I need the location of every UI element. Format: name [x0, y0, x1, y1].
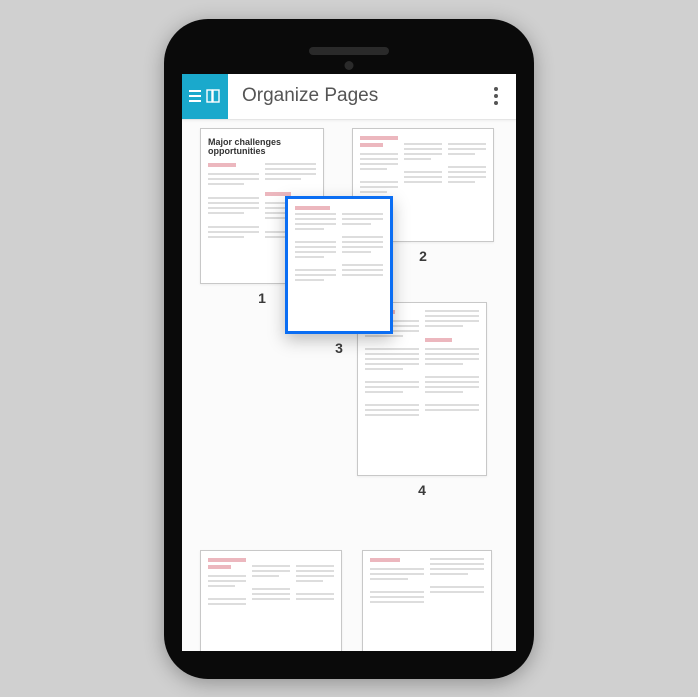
page-number: 1	[258, 290, 266, 306]
page-heading: Major challenges opportunities	[208, 138, 316, 158]
hamburger-icon	[189, 90, 201, 102]
app-bar: Organize Pages	[182, 74, 516, 120]
document-icon	[205, 88, 221, 104]
page-thumb-3-dragging[interactable]: 3	[285, 196, 393, 356]
page-title: Organize Pages	[228, 85, 476, 107]
phone-frame: Organize Pages Major challenges opportun…	[164, 19, 534, 679]
page-number: 4	[418, 482, 426, 498]
menu-button[interactable]	[182, 74, 228, 120]
more-options-button[interactable]	[476, 74, 516, 120]
phone-camera	[345, 61, 354, 70]
page-thumb-5[interactable]	[200, 550, 342, 651]
page-number: 2	[419, 248, 427, 264]
page-number: 3	[335, 340, 343, 356]
dots-vertical-icon	[494, 87, 498, 91]
page-grid[interactable]: Major challenges opportunities	[182, 120, 516, 651]
app-screen: Organize Pages Major challenges opportun…	[182, 74, 516, 651]
phone-speaker	[309, 47, 389, 55]
page-thumb-6[interactable]	[362, 550, 492, 651]
